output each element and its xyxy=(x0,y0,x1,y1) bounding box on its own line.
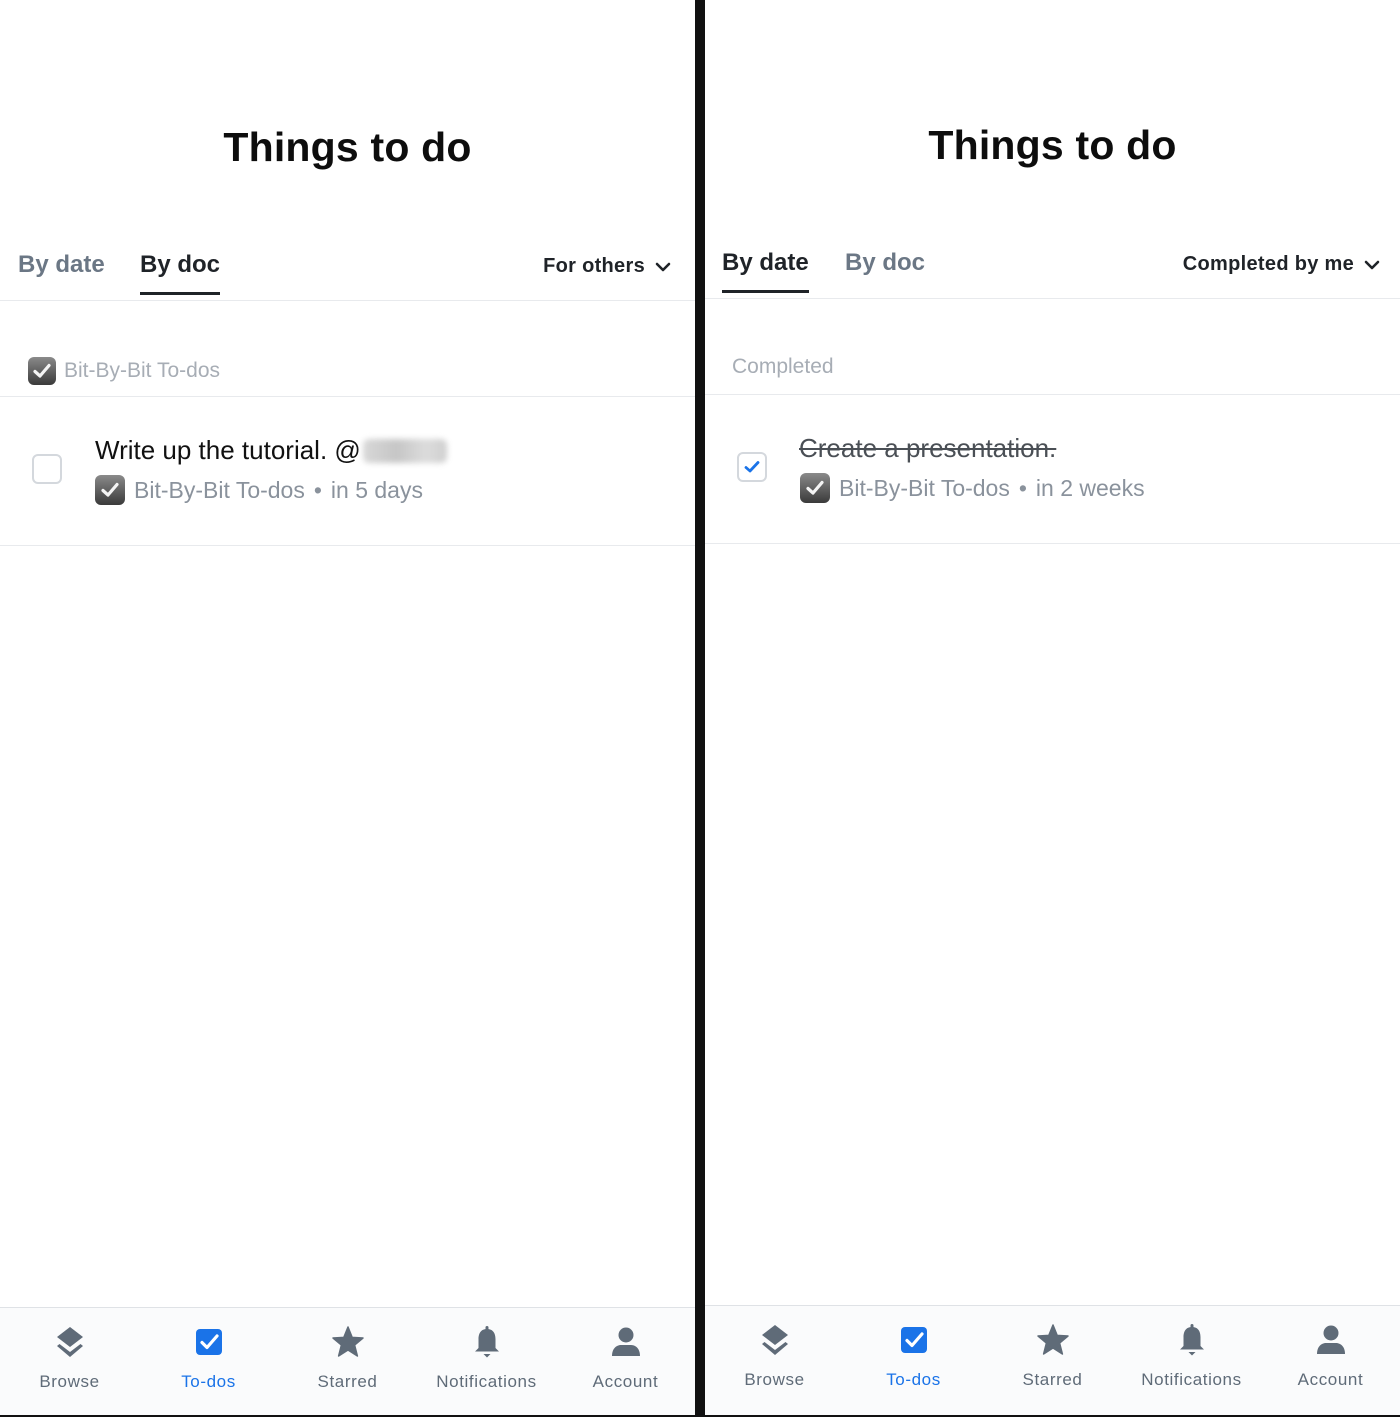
page-title: Things to do xyxy=(928,122,1177,168)
bottom-nav: Browse To-dos Starred Notifications Acco… xyxy=(0,1307,695,1415)
nav-browse[interactable]: Browse xyxy=(705,1306,844,1415)
bell-icon xyxy=(1172,1320,1212,1360)
section-label: Bit-By-Bit To-dos xyxy=(64,359,220,382)
section-doc-group[interactable]: Bit-By-Bit To-dos xyxy=(28,357,220,385)
chevron-down-icon xyxy=(655,262,671,271)
nav-account[interactable]: Account xyxy=(1261,1306,1400,1415)
meta-separator: • xyxy=(1018,474,1027,501)
nav-label: Starred xyxy=(1022,1370,1083,1389)
nav-label: To-dos xyxy=(181,1372,236,1391)
section-label: Completed xyxy=(732,355,834,378)
task-item[interactable]: Create a presentation. Bit-By-Bit To-dos… xyxy=(705,395,1400,544)
task-checkbox-checked[interactable] xyxy=(737,452,767,482)
filter-label: Completed by me xyxy=(1182,253,1354,275)
nav-account[interactable]: Account xyxy=(556,1308,695,1415)
nav-label: Notifications xyxy=(436,1372,537,1391)
doc-checkbox-icon xyxy=(800,473,830,503)
tab-by-date[interactable]: By date xyxy=(18,251,105,295)
nav-browse[interactable]: Browse xyxy=(0,1308,139,1415)
task-title[interactable]: Write up the tutorial. @ xyxy=(95,435,447,466)
screen-completed-by-me: Things to do By date By doc Completed by… xyxy=(705,0,1400,1415)
bell-icon xyxy=(467,1322,507,1362)
star-icon xyxy=(328,1322,368,1362)
chevron-down-icon xyxy=(1364,260,1380,269)
view-tabs: By date By doc For others xyxy=(0,231,695,301)
nav-label: Notifications xyxy=(1141,1370,1242,1389)
page-title: Things to do xyxy=(223,124,472,170)
nav-starred[interactable]: Starred xyxy=(983,1306,1122,1415)
todo-checkbox-icon xyxy=(894,1320,934,1360)
star-icon xyxy=(1033,1320,1073,1360)
meta-separator: • xyxy=(313,476,322,503)
checkmark-icon xyxy=(744,461,760,473)
task-title[interactable]: Create a presentation. xyxy=(799,433,1056,464)
filter-label: For others xyxy=(543,255,645,277)
filter-dropdown[interactable]: For others xyxy=(543,255,671,278)
layers-icon xyxy=(50,1322,90,1362)
task-meta: Bit-By-Bit To-dos • in 2 weeks xyxy=(800,473,1145,503)
nav-label: Browse xyxy=(39,1372,100,1391)
section-header: Completed xyxy=(705,299,1400,395)
task-doc-name[interactable]: Bit-By-Bit To-dos xyxy=(839,475,1010,502)
nav-label: To-dos xyxy=(886,1370,941,1389)
task-doc-name[interactable]: Bit-By-Bit To-dos xyxy=(134,477,305,504)
screen-for-others: Things to do By date By doc For others B… xyxy=(0,0,695,1415)
task-item[interactable]: Write up the tutorial. @ Bit-By-Bit To-d… xyxy=(0,397,695,546)
doc-checkbox-icon xyxy=(95,475,125,505)
tab-by-date[interactable]: By date xyxy=(722,249,809,293)
task-due: in 2 weeks xyxy=(1035,474,1145,501)
task-due: in 5 days xyxy=(330,476,423,503)
layers-icon xyxy=(755,1320,795,1360)
bottom-nav: Browse To-dos Starred Notifications Acco… xyxy=(705,1305,1400,1415)
section-header: Bit-By-Bit To-dos xyxy=(0,301,695,397)
todo-checkbox-icon xyxy=(189,1322,229,1362)
nav-label: Account xyxy=(1297,1370,1364,1389)
filter-dropdown[interactable]: Completed by me xyxy=(1183,253,1380,276)
doc-checkbox-icon xyxy=(28,357,56,385)
nav-starred[interactable]: Starred xyxy=(278,1308,417,1415)
nav-todos[interactable]: To-dos xyxy=(844,1306,983,1415)
redacted-mention xyxy=(362,438,447,463)
person-icon xyxy=(1311,1320,1351,1360)
nav-todos[interactable]: To-dos xyxy=(139,1308,278,1415)
nav-notifications[interactable]: Notifications xyxy=(1122,1306,1261,1415)
nav-label: Starred xyxy=(317,1372,378,1391)
nav-notifications[interactable]: Notifications xyxy=(417,1308,556,1415)
tab-by-doc[interactable]: By doc xyxy=(140,251,221,295)
tab-by-doc[interactable]: By doc xyxy=(845,249,925,293)
task-checkbox[interactable] xyxy=(32,454,62,484)
view-tabs: By date By doc Completed by me xyxy=(705,229,1400,299)
task-meta: Bit-By-Bit To-dos • in 5 days xyxy=(95,475,423,505)
person-icon xyxy=(606,1322,646,1362)
nav-label: Account xyxy=(592,1372,659,1391)
task-title-text: Write up the tutorial. @ xyxy=(95,435,361,465)
nav-label: Browse xyxy=(744,1370,805,1389)
